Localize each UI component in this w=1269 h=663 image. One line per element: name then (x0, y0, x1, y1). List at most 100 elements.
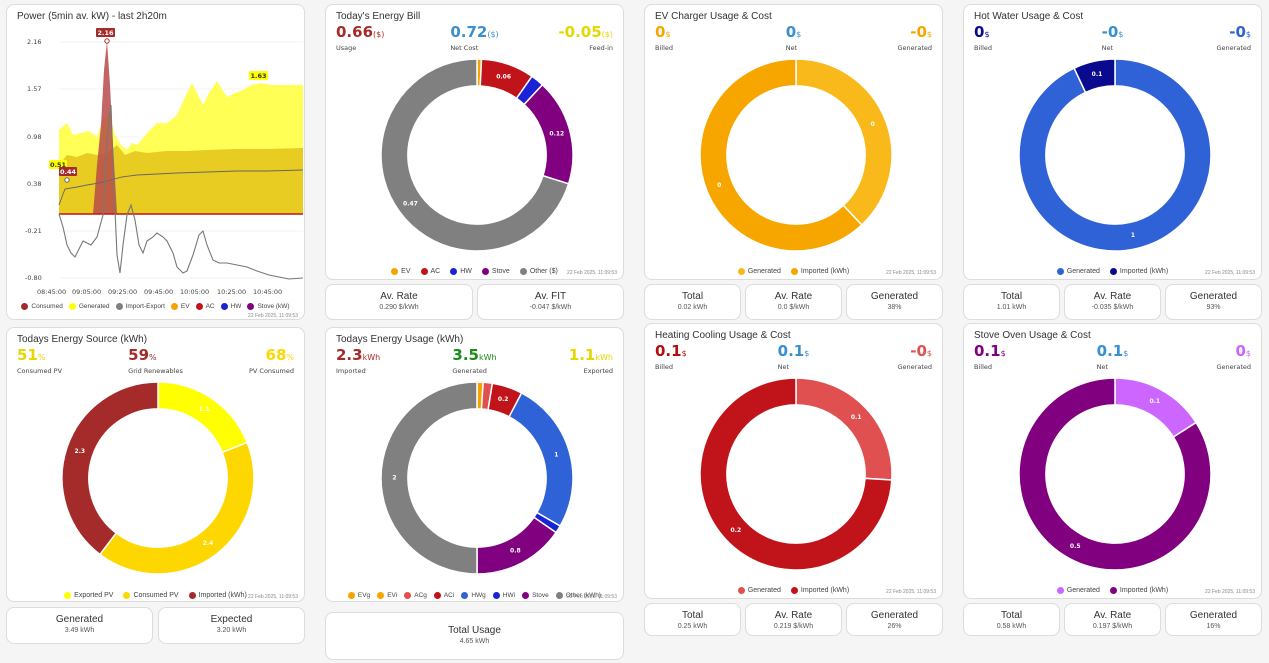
stove-rate-tile[interactable]: Av. Rate 0.197 $/kWh (1064, 603, 1161, 636)
donut-slice[interactable] (795, 58, 893, 227)
bill-rate-tile[interactable]: Av. Rate 0.290 $/kWh (325, 284, 473, 320)
y-tick: 0.38 (27, 180, 41, 188)
y-tick: 0.98 (27, 133, 41, 141)
source-card: Todays Energy Source (kWh) 51% Consumed P… (6, 327, 305, 602)
legend-other[interactable]: Other ($) (519, 267, 558, 275)
y-tick: -0.21 (25, 227, 42, 235)
donut-slice[interactable] (61, 381, 159, 556)
legend-aci[interactable]: ACi (433, 591, 454, 599)
bill-fit-tile[interactable]: Av. FIT -0.047 $/kWh (477, 284, 624, 320)
donut-slice[interactable] (476, 516, 558, 575)
legend-imported[interactable]: Imported (kWh) (790, 586, 849, 594)
stove-donut: 0.1 0.5 (1018, 377, 1212, 571)
stove-total-tile[interactable]: Total 0.58 kWh (963, 603, 1060, 636)
hw-donut: 10.1 (1018, 58, 1212, 252)
bill-card: Today's Energy Bill 0.66($) Usage 0.72($)… (325, 4, 624, 280)
bill-title: Today's Energy Bill (336, 11, 421, 22)
legend-imported[interactable]: Imported (kWh) (1109, 267, 1168, 275)
slice-label: 0.2 (730, 527, 741, 534)
power-legend: Consumed Generated Import-Export EV AC H… (7, 301, 304, 311)
legend-consumed-pv[interactable]: Consumed PV (123, 591, 179, 599)
hw-generated-tile[interactable]: Generated 93% (1165, 284, 1262, 320)
source-generated-tile[interactable]: Generated 3.49 kWh (6, 607, 153, 644)
legend-generated[interactable]: Generated (68, 302, 110, 310)
legend-evi[interactable]: EVi (377, 591, 397, 599)
donut-slice[interactable] (508, 391, 574, 528)
legend-ac[interactable]: AC (195, 302, 215, 310)
slice-label: 1.1 (199, 406, 210, 413)
ev-rate-tile[interactable]: Av. Rate 0.0 $/kWh (745, 284, 842, 320)
slice-label: 0.47 (403, 200, 418, 207)
source-donut: 1.1 2.4 2.3 (61, 381, 255, 575)
legend-stove[interactable]: Stove (481, 267, 510, 275)
slice-label: 0.06 (496, 73, 511, 80)
legend-ac[interactable]: AC (420, 267, 440, 275)
slice-label: 0 (871, 121, 875, 128)
x-tick: 09:05:00 (72, 288, 101, 296)
stove-generated-tile[interactable]: Generated 16% (1165, 603, 1262, 636)
stove-card: Stove Oven Usage & Cost 0.1$ Billed 0.1$ N… (963, 323, 1262, 599)
imported-stat: 2.3kWh Imported (336, 346, 381, 375)
legend-hwg[interactable]: HWg (461, 591, 486, 599)
legend-consumed[interactable]: Consumed (21, 302, 63, 310)
timestamp: 22 Feb 2025, 11:09:53 (567, 270, 617, 276)
legend-generated[interactable]: Generated (1056, 586, 1100, 594)
donut-slice[interactable] (98, 441, 255, 575)
legend-ev[interactable]: EV (391, 267, 411, 275)
total-usage-tile[interactable]: Total Usage 4.65 kWh (325, 612, 624, 660)
ev-total-tile[interactable]: Total 0.02 kWh (644, 284, 741, 320)
callout-peak: 2.16 (97, 29, 114, 37)
hc-rate-tile[interactable]: Av. Rate 0.219 $/kWh (745, 603, 842, 636)
legend-generated[interactable]: Generated (1056, 267, 1100, 275)
generated-stat: 3.5kWh Generated (452, 346, 497, 375)
x-tick: 10:45:00 (253, 288, 282, 296)
timestamp: 22 Feb 2025, 11:09:53 (248, 313, 298, 319)
grid-renewables-stat: 59% Grid Renewables (128, 346, 183, 375)
slice-label: 1 (554, 452, 558, 459)
legend-imported[interactable]: Imported (kWh) (188, 591, 247, 599)
timestamp: 22 Feb 2025, 11:09:53 (886, 270, 936, 276)
legend-hw[interactable]: HW (220, 302, 241, 310)
billed-stat: 0.1$ Billed (974, 342, 1006, 371)
timestamp: 22 Feb 2025, 11:09:53 (1205, 589, 1255, 595)
legend-evg[interactable]: EVg (347, 591, 370, 599)
donut-slice[interactable] (157, 381, 249, 454)
billed-stat: 0$ Billed (974, 23, 993, 52)
pv-consumed-stat: 68% PV Consumed (248, 346, 294, 375)
hw-total-tile[interactable]: Total 1.01 kWh (963, 284, 1060, 320)
legend-generated[interactable]: Generated (737, 586, 781, 594)
legend-exported-pv[interactable]: Exported PV (64, 591, 113, 599)
legend-ev[interactable]: EV (170, 302, 190, 310)
legend-stove[interactable]: Stove (kW) (247, 302, 290, 310)
legend-stove[interactable]: Stove (522, 591, 549, 599)
slice-label: 2.3 (74, 448, 85, 455)
donut-slice[interactable] (1114, 377, 1198, 438)
slice-label: 0.2 (498, 396, 509, 403)
power-chart: 2.16 1.57 0.98 0.38 -0.21 -0.80 2.16 1.6… (25, 28, 304, 296)
timestamp: 22 Feb 2025, 11:09:53 (886, 589, 936, 595)
legend-acg[interactable]: ACg (404, 591, 427, 599)
source-expected-tile[interactable]: Expected 3.20 kWh (158, 607, 305, 644)
exported-stat: 1.1kWh Exported (568, 346, 613, 375)
legend-imported[interactable]: Imported (kWh) (790, 267, 849, 275)
hc-total-tile[interactable]: Total 0.25 kWh (644, 603, 741, 636)
legend-generated[interactable]: Generated (737, 267, 781, 275)
ev-generated-tile[interactable]: Generated 38% (846, 284, 943, 320)
callout-generated: 1.63 (250, 72, 266, 80)
legend-import-export[interactable]: Import-Export (115, 302, 165, 310)
hw-rate-tile[interactable]: Av. Rate -0.035 $/kWh (1064, 284, 1161, 320)
legend-hw[interactable]: HW (450, 267, 472, 275)
consumed-pv-stat: 51% Consumed PV (17, 346, 63, 375)
legend-imported[interactable]: Imported (kWh) (1109, 586, 1168, 594)
donut-slice[interactable] (1018, 58, 1212, 252)
timestamp: 22 Feb 2025, 11:09:53 (248, 594, 298, 600)
usage-donut: 0.2 1 0.8 2 (380, 381, 574, 575)
generated-stat: -0$ Generated (1216, 23, 1251, 52)
net-stat: 0$ Net (785, 23, 802, 52)
donut-slice[interactable] (795, 377, 893, 481)
legend-hwi[interactable]: HWi (492, 591, 515, 599)
hc-generated-tile[interactable]: Generated 26% (846, 603, 943, 636)
y-tick: 2.16 (27, 38, 41, 46)
power-card: Power (5min av. kW) - last 2h20m 2.16 1.… (6, 4, 305, 320)
feedin-stat: -0.05($) Feed-in (558, 23, 613, 52)
